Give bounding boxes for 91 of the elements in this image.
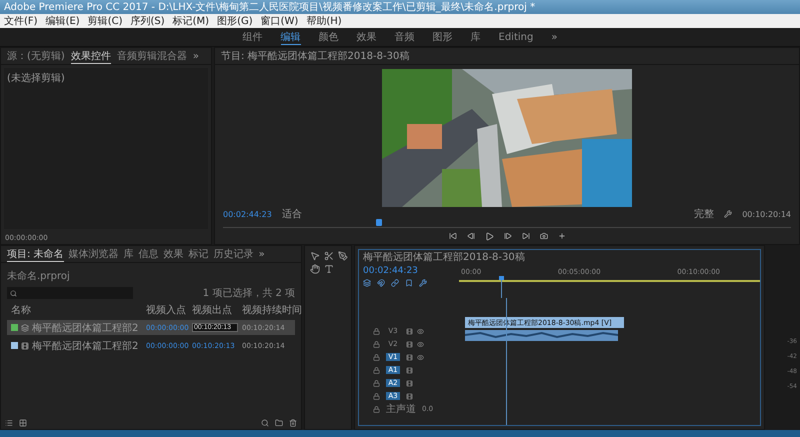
panel-tab[interactable]: 效果控件 bbox=[70, 48, 111, 64]
link-icon[interactable] bbox=[391, 279, 399, 287]
item-name: 梅平酷远团体篇工程部2 bbox=[32, 340, 138, 352]
workspace-tab[interactable]: 组件 bbox=[242, 30, 263, 44]
pointer-icon[interactable] bbox=[310, 251, 320, 261]
empty-message: (未选择剪辑) bbox=[7, 72, 66, 85]
type-icon[interactable] bbox=[324, 264, 334, 274]
workspace-tab[interactable]: 库 bbox=[470, 30, 481, 44]
menu-item[interactable]: 窗口(W) bbox=[260, 14, 298, 28]
panel-tab[interactable]: 项目: 未命名 bbox=[7, 246, 64, 262]
playhead-timecode[interactable]: 00:02:44:23 bbox=[363, 266, 455, 276]
panel-tab[interactable]: 音频剪辑混合器 bbox=[116, 49, 187, 63]
workspace-tab[interactable]: Editing bbox=[498, 32, 534, 42]
folder-icon[interactable] bbox=[275, 419, 283, 427]
more-tabs-button[interactable]: » bbox=[258, 248, 265, 260]
export-frame-button[interactable] bbox=[540, 232, 548, 240]
playhead[interactable] bbox=[499, 276, 504, 298]
lock-icon[interactable] bbox=[373, 340, 380, 348]
selection-count: 1 项已选择，共 2 项 bbox=[202, 286, 295, 300]
panel-tab[interactable]: 库 bbox=[124, 247, 134, 261]
search-icon[interactable] bbox=[10, 290, 17, 296]
workspace-tab[interactable]: 图形 bbox=[432, 30, 453, 44]
panel-title: 节目: 梅平酷远团体篇工程部2018-8-30稿 bbox=[221, 50, 410, 63]
play-button[interactable] bbox=[484, 232, 494, 240]
column-header[interactable]: 视频持续时间 bbox=[242, 303, 302, 317]
panel-tab[interactable]: 历史记录 bbox=[214, 247, 254, 261]
workspace-tab[interactable]: 颜色 bbox=[318, 30, 339, 44]
add-button[interactable] bbox=[558, 232, 566, 240]
item-name: 梅平酷远团体篇工程部2 bbox=[32, 322, 138, 334]
film-icon[interactable] bbox=[406, 340, 413, 348]
lock-icon[interactable] bbox=[373, 392, 380, 400]
lock-icon[interactable] bbox=[373, 380, 380, 386]
icon-view-icon[interactable] bbox=[19, 419, 27, 427]
film-icon[interactable] bbox=[406, 366, 413, 374]
scissors-icon[interactable] bbox=[324, 251, 334, 261]
audio-clip[interactable] bbox=[465, 330, 618, 341]
trash-icon[interactable] bbox=[289, 419, 297, 427]
wrench-icon[interactable] bbox=[724, 210, 732, 218]
eye-icon[interactable] bbox=[417, 328, 424, 334]
menu-item[interactable]: 编辑(E) bbox=[46, 14, 80, 28]
playhead-handle[interactable] bbox=[376, 219, 382, 226]
menu-item[interactable]: 剪辑(C) bbox=[88, 14, 122, 28]
film-icon[interactable] bbox=[406, 380, 413, 386]
zoom-dropdown[interactable]: 适合 bbox=[282, 207, 302, 221]
go-to-in-button[interactable] bbox=[448, 232, 456, 240]
more-workspaces-button[interactable]: » bbox=[551, 32, 558, 42]
project-file-name: 未命名.prproj bbox=[7, 270, 71, 283]
menu-item[interactable]: 序列(S) bbox=[130, 14, 165, 28]
list-view-icon[interactable] bbox=[5, 419, 13, 427]
more-tabs-button[interactable]: » bbox=[192, 50, 199, 62]
duration-timecode: 00:10:20:14 bbox=[742, 210, 791, 218]
search-field[interactable] bbox=[7, 287, 133, 299]
lock-icon[interactable] bbox=[373, 366, 380, 374]
resolution-dropdown[interactable]: 完整 bbox=[694, 207, 714, 221]
go-to-out-button[interactable] bbox=[522, 232, 530, 240]
scrubber-track[interactable] bbox=[223, 221, 791, 228]
step-forward-button[interactable] bbox=[504, 232, 512, 240]
lock-icon[interactable] bbox=[373, 406, 380, 412]
column-header[interactable]: 视频入点 bbox=[146, 303, 192, 317]
pen-icon[interactable] bbox=[338, 251, 348, 261]
lock-icon[interactable] bbox=[373, 328, 380, 334]
column-header[interactable]: 名称 bbox=[11, 303, 146, 317]
wrench-icon[interactable] bbox=[419, 279, 427, 287]
film-icon[interactable] bbox=[406, 392, 413, 400]
eye-icon[interactable] bbox=[417, 340, 424, 348]
panel-tab[interactable]: 媒体浏览器 bbox=[68, 247, 119, 261]
menu-item[interactable]: 标记(M) bbox=[172, 14, 210, 28]
menu-item[interactable]: 文件(F) bbox=[4, 14, 38, 28]
panel-tab[interactable]: 信息 bbox=[138, 247, 159, 261]
film-icon[interactable] bbox=[406, 328, 413, 334]
playhead-timecode[interactable]: 00:02:44:23 bbox=[223, 210, 272, 218]
workspace-tab[interactable]: 编辑 bbox=[280, 30, 301, 44]
sequence-title[interactable]: 梅平酷远团体篇工程部2018-8-30稿 bbox=[363, 250, 525, 264]
master-track-label: 主声道 bbox=[386, 402, 416, 416]
lock-icon[interactable] bbox=[373, 354, 380, 360]
panel-tab[interactable]: 源：(无剪辑) bbox=[7, 49, 65, 63]
marker-icon[interactable] bbox=[405, 279, 413, 287]
workspace-tab[interactable]: 效果 bbox=[356, 30, 377, 44]
menu-item[interactable]: 帮助(H) bbox=[306, 14, 342, 28]
workspace-tab[interactable]: 音频 bbox=[394, 30, 415, 44]
hand-icon[interactable] bbox=[310, 264, 320, 274]
window-title: Adobe Premiere Pro CC 2017 - D:\LHX-文件\梅甸第二人民医院项目\视频番修改案工作\已剪辑_最终\未命名.prproj * bbox=[4, 0, 536, 14]
menu-item[interactable]: 图形(G) bbox=[217, 14, 253, 28]
panel-tab[interactable]: 效果 bbox=[164, 247, 184, 261]
eye-icon[interactable] bbox=[417, 354, 424, 360]
step-back-button[interactable] bbox=[466, 232, 474, 240]
column-header[interactable]: 视频出点 bbox=[192, 303, 242, 317]
clip-icon bbox=[21, 342, 29, 350]
panel-tab[interactable]: 标记 bbox=[188, 247, 209, 261]
film-icon[interactable] bbox=[406, 354, 413, 360]
search-icon[interactable] bbox=[261, 419, 269, 427]
